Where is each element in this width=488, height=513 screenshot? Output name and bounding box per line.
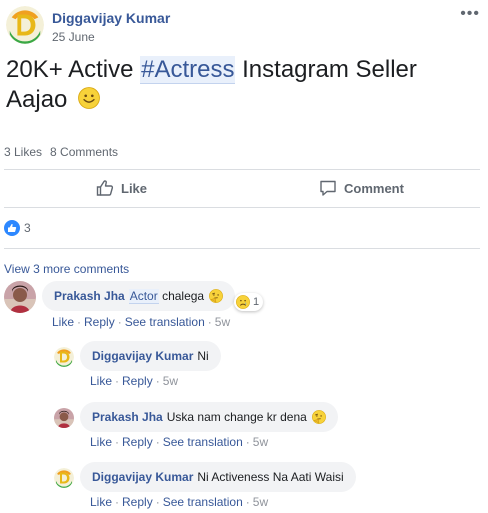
divider: [4, 207, 480, 208]
comment-bubble: Diggavijay Kumar Ni Activeness Na Aati Wa…: [80, 462, 356, 492]
reply-item: Diggavijay Kumar Ni Activeness Na Aati Wa…: [54, 462, 484, 510]
comment-reaction-pill[interactable]: 1: [234, 293, 264, 311]
comment-bubble: Prakash Jha Actor chalega: [42, 281, 236, 311]
post-stats: 3 Likes 8 Comments: [4, 145, 118, 159]
post-header: Diggavijay Kumar 25 June •••: [6, 6, 482, 46]
author-avatar[interactable]: [6, 6, 44, 44]
comment-text: Uska nam change kr dena: [166, 410, 307, 424]
like-reaction-icon: [4, 220, 20, 236]
action-bar: Like Comment: [0, 170, 488, 206]
comment-reaction-count: 1: [253, 296, 260, 308]
comment-bubble: Diggavijay Kumar Ni: [80, 341, 221, 371]
reaction-summary[interactable]: 3: [4, 220, 31, 236]
comment-text: Ni: [197, 349, 209, 363]
view-more-comments-link[interactable]: View 3 more comments: [4, 262, 129, 276]
more-options-icon[interactable]: •••: [460, 6, 480, 22]
comment-reply-link[interactable]: Reply: [122, 495, 153, 509]
comment-bubble: Prakash Jha Uska nam change kr dena: [80, 402, 339, 432]
commenter-avatar[interactable]: [54, 468, 74, 488]
comment-time[interactable]: 5w: [253, 435, 268, 449]
comment-reply-link[interactable]: Reply: [84, 315, 115, 329]
post-text: 20K+ Active #Actress Instagram Seller Aa…: [6, 55, 476, 115]
comment-item: Prakash Jha Actor chalega 1 Like · Reply · Se…: [4, 281, 484, 331]
comment-bubble-icon: [320, 180, 336, 196]
sad-emoji-icon: [236, 295, 250, 309]
thumbs-up-icon: [96, 180, 114, 196]
commenter-name[interactable]: Diggavijay Kumar: [92, 349, 193, 363]
commenter-name[interactable]: Prakash Jha: [92, 410, 163, 424]
reply-item: Prakash Jha Uska nam change kr dena Like ·…: [54, 402, 484, 450]
thinking-emoji-icon: [209, 289, 223, 303]
post-text-before: 20K+ Active: [6, 56, 141, 83]
comment-text: chalega: [158, 289, 205, 303]
comment-time[interactable]: 5w: [253, 495, 268, 509]
commenter-avatar[interactable]: [54, 347, 74, 367]
comment-time[interactable]: 5w: [163, 374, 178, 388]
reply-item: Diggavijay Kumar Ni Like · Reply · 5w: [54, 341, 484, 389]
hashtag-link[interactable]: #Actress: [140, 56, 236, 84]
smile-emoji-icon: [78, 87, 100, 109]
see-translation-link[interactable]: See translation: [163, 495, 243, 509]
comment-text: Ni Activeness Na Aati Waisi: [197, 470, 344, 484]
comment-actions: Like · Reply · See translation · 5w: [90, 435, 269, 449]
divider: [4, 248, 480, 249]
likes-count[interactable]: 3 Likes: [4, 145, 42, 159]
comment-reply-link[interactable]: Reply: [122, 374, 153, 388]
like-button-label: Like: [121, 180, 148, 196]
comment-button[interactable]: Comment: [319, 170, 404, 206]
comment-like-link[interactable]: Like: [52, 315, 74, 329]
comments-count[interactable]: 8 Comments: [50, 145, 118, 159]
commenter-avatar[interactable]: [4, 281, 36, 313]
see-translation-link[interactable]: See translation: [125, 315, 205, 329]
comment-time[interactable]: 5w: [215, 315, 230, 329]
post-date[interactable]: 25 June: [52, 30, 95, 44]
comment-button-label: Comment: [344, 180, 404, 196]
reaction-count: 3: [24, 221, 31, 235]
comment-like-link[interactable]: Like: [90, 374, 112, 388]
commenter-name[interactable]: Diggavijay Kumar: [92, 470, 193, 484]
comment-actions: Like · Reply · 5w: [90, 374, 179, 388]
comment-actions: Like · Reply · See translation · 5w: [52, 315, 231, 329]
comment-reply-link[interactable]: Reply: [122, 435, 153, 449]
like-button[interactable]: Like: [96, 170, 147, 206]
commenter-name[interactable]: Prakash Jha: [54, 289, 125, 303]
comment-like-link[interactable]: Like: [90, 495, 112, 509]
mention-link[interactable]: Actor: [128, 289, 159, 304]
post-author-name[interactable]: Diggavijay Kumar: [52, 10, 170, 26]
comment-like-link[interactable]: Like: [90, 435, 112, 449]
comment-actions: Like · Reply · See translation · 5w: [90, 495, 269, 509]
thinking-emoji-icon: [312, 410, 326, 424]
commenter-avatar[interactable]: [54, 408, 74, 428]
see-translation-link[interactable]: See translation: [163, 435, 243, 449]
